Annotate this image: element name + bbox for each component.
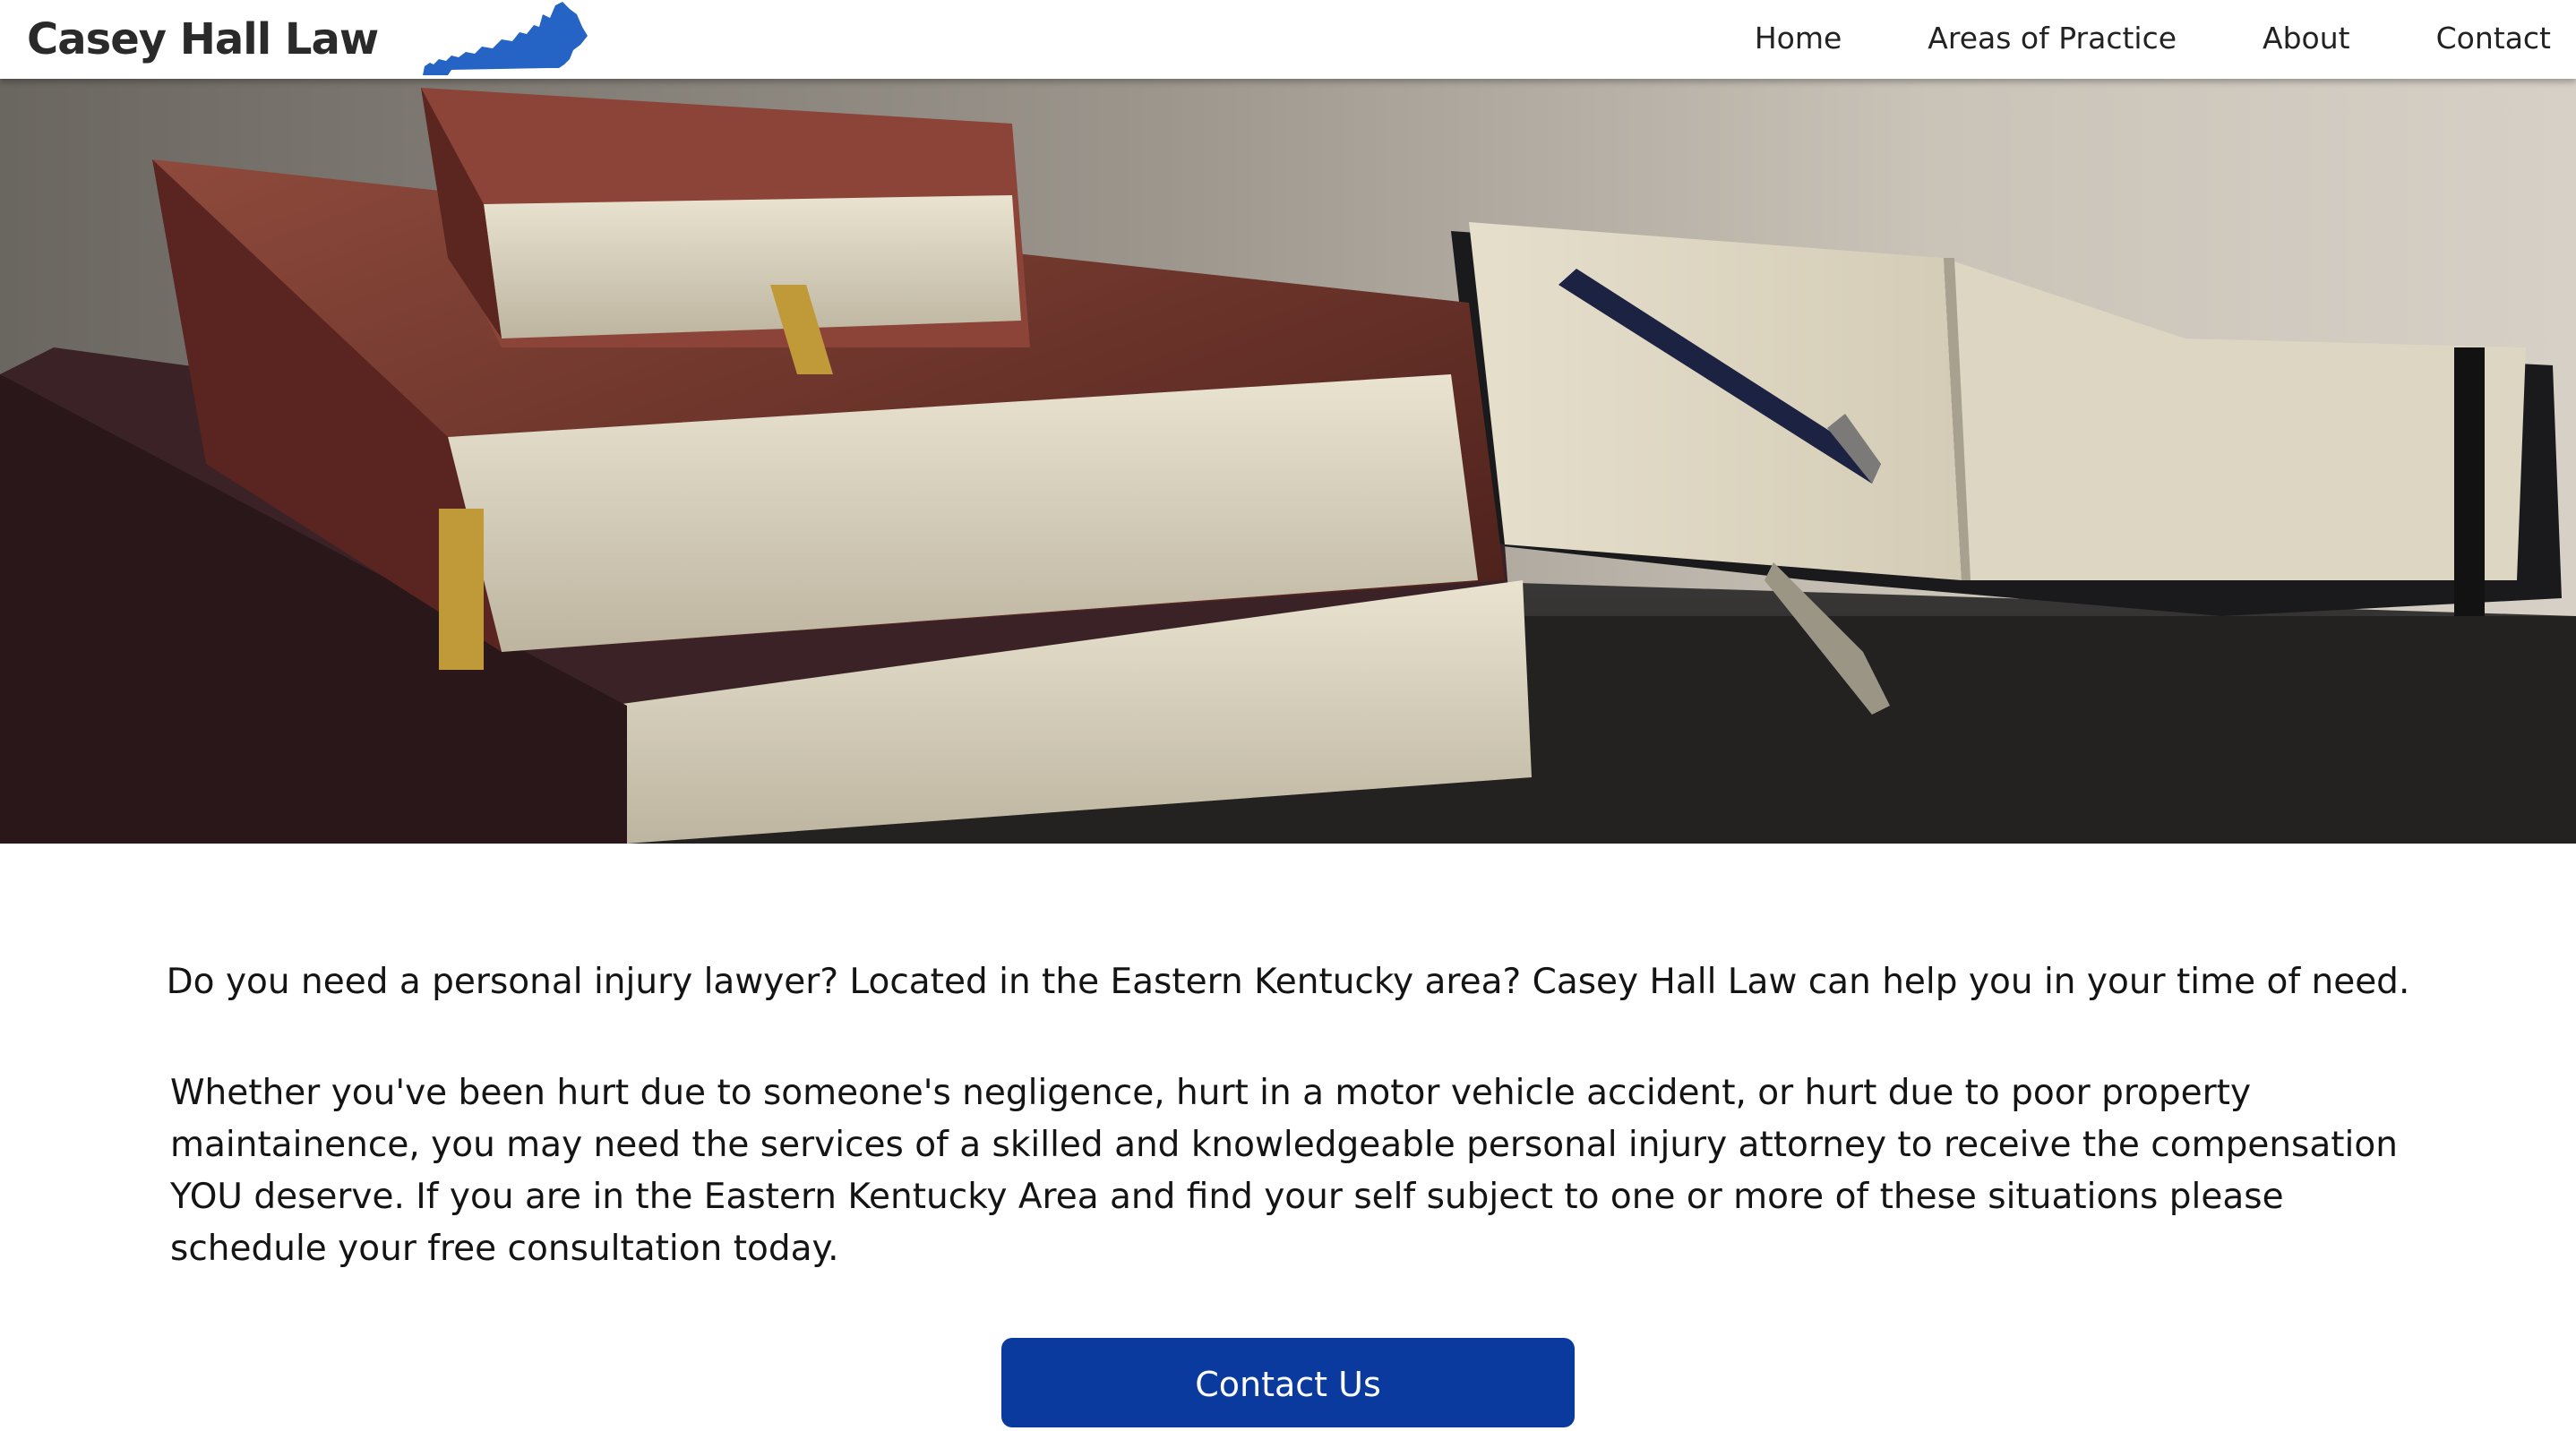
intro-body-text: Whether you've been hurt due to someone'… (170, 1073, 2398, 1269)
nav-areas-of-practice[interactable]: Areas of Practice (1928, 16, 2177, 61)
nav-about[interactable]: About (2263, 16, 2350, 61)
kentucky-state-icon[interactable] (416, 0, 589, 77)
site-brand[interactable]: Casey Hall Law (27, 11, 379, 68)
contact-us-button[interactable]: Contact Us (1001, 1338, 1575, 1427)
intro-lead-text: Do you need a personal injury lawyer? Lo… (166, 962, 2410, 1002)
hero-image (0, 79, 2576, 844)
nav-contact[interactable]: Contact (2436, 16, 2551, 61)
nav-home[interactable]: Home (1755, 16, 1842, 61)
law-books-and-pen-photo (0, 79, 2576, 844)
nav-links: Home Areas of Practice About Contact (1755, 16, 2551, 61)
top-navbar: Casey Hall Law Home Areas of Practice Ab… (0, 0, 2576, 79)
